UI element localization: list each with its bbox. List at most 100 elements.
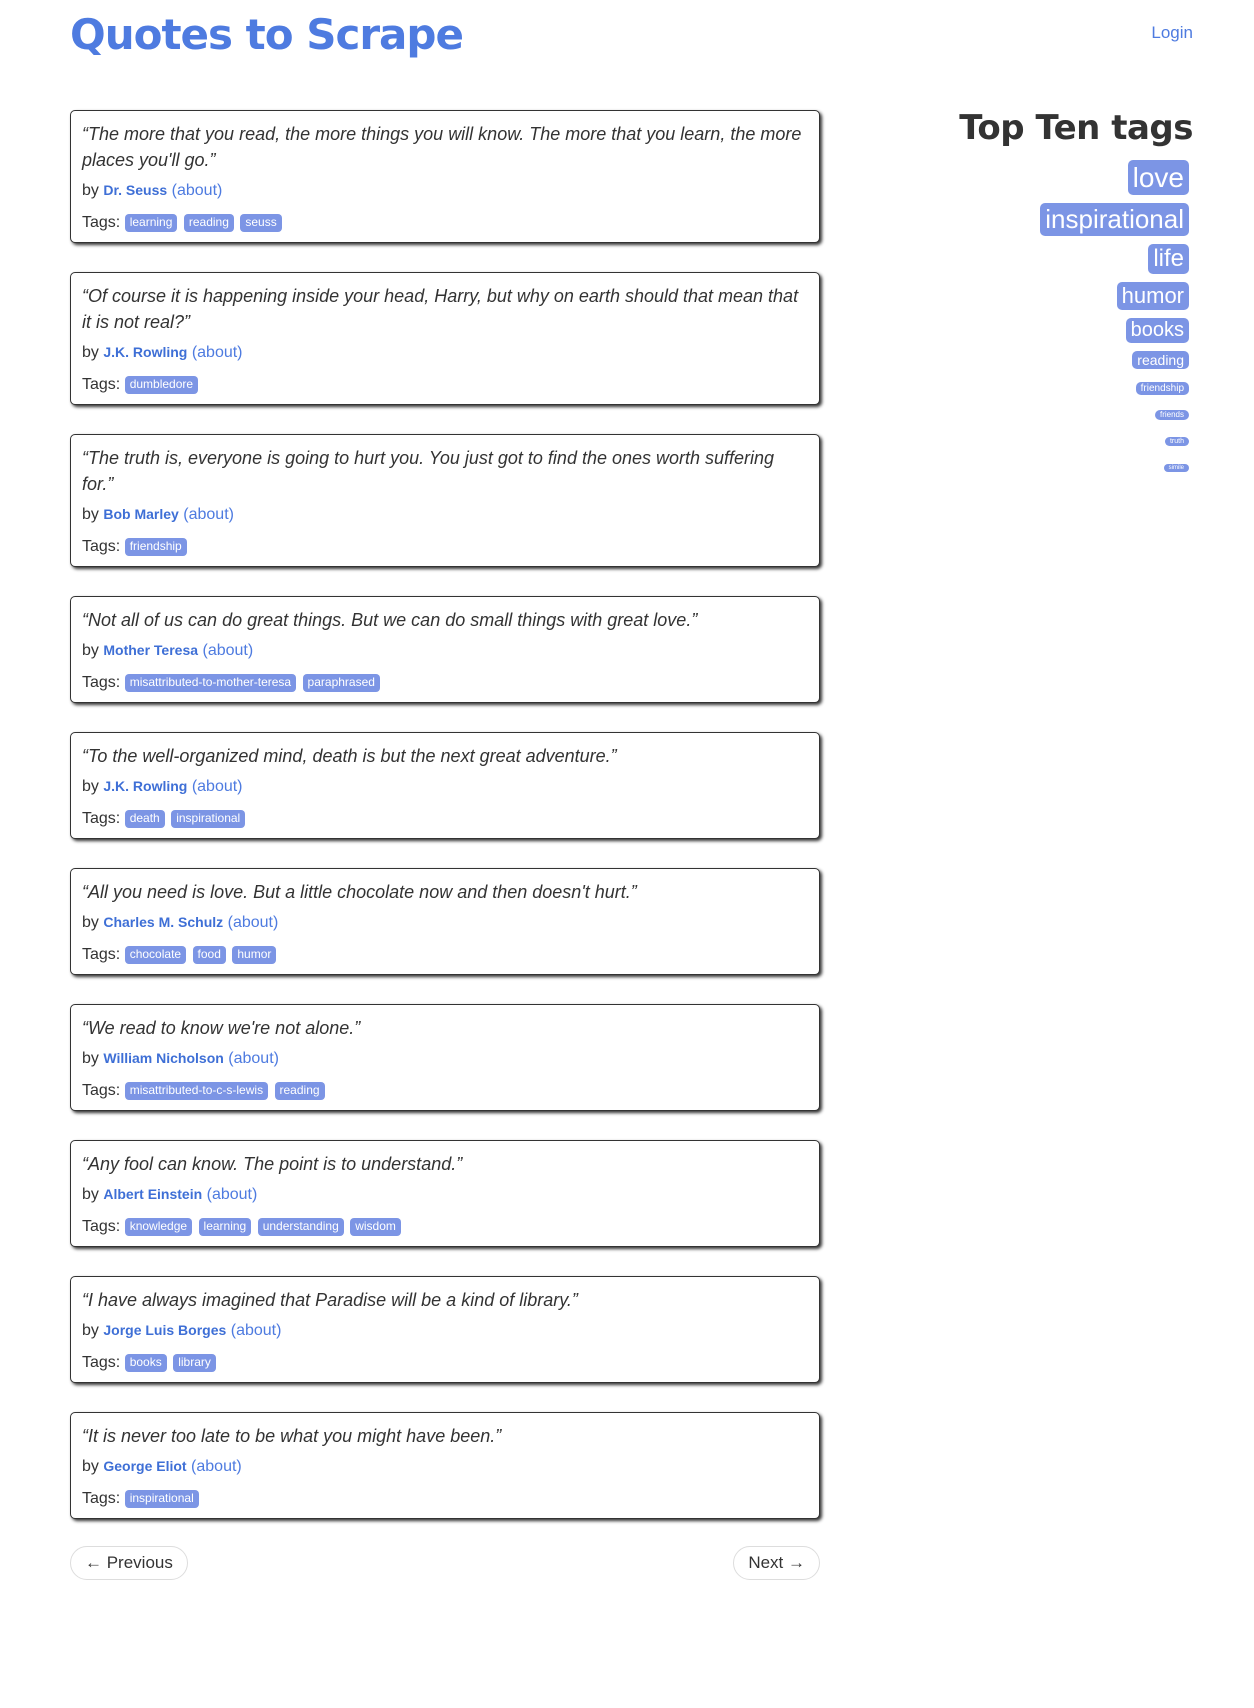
author-about-link[interactable]: (about) [191,1458,242,1475]
author-line: by Jorge Luis Borges (about) [82,1319,809,1342]
author-name: Dr. Seuss [103,182,168,198]
top-tag-item: truth [863,430,1193,448]
author-about-link[interactable]: (about) [172,182,223,199]
author-name: Bob Marley [103,506,179,522]
author-about-link[interactable]: (about) [231,1322,282,1339]
quote-card: “I have always imagined that Paradise wi… [70,1276,820,1383]
quote-card: “The truth is, everyone is going to hurt… [70,434,820,567]
quote-card: “The more that you read, the more things… [70,110,820,243]
tag-link[interactable]: humor [232,946,277,964]
tag-link[interactable]: dumbledore [124,376,199,394]
author-about-link[interactable]: (about) [228,914,279,931]
author-line: by Dr. Seuss (about) [82,179,809,202]
author-about-link[interactable]: (about) [228,1050,279,1067]
by-label: by [82,778,99,795]
tags-line: Tags: friendship [82,536,809,558]
author-line: by J.K. Rowling (about) [82,775,809,798]
tag-link[interactable]: friendship [124,538,187,556]
top-tag-item: inspirational [863,203,1193,236]
quote-card: “Of course it is happening inside your h… [70,272,820,405]
tag-link[interactable]: misattributed-to-mother-teresa [124,674,297,692]
site-title-link[interactable]: Quotes to Scrape [70,8,464,63]
tags-label: Tags: [82,1490,121,1507]
top-tag-humor[interactable]: humor [1116,282,1189,310]
top-tag-item: simile [863,456,1193,474]
quote-text: “Of course it is happening inside your h… [82,286,799,332]
tag-link[interactable]: learning [124,214,178,232]
top-tag-item: life [863,244,1193,274]
tag-link[interactable]: reading [183,214,234,232]
top-tag-love[interactable]: love [1127,160,1189,195]
quote-card: “Any fool can know. The point is to unde… [70,1140,820,1247]
tags-line: Tags: misattributed-to-mother-teresa par… [82,672,809,694]
author-line: by William Nicholson (about) [82,1047,809,1070]
tags-label: Tags: [82,1082,121,1099]
tag-link[interactable]: food [192,946,226,964]
tags-line: Tags: knowledge learning understanding w… [82,1216,809,1238]
tags-line: Tags: death inspirational [82,808,809,830]
login-link[interactable]: Login [1151,23,1193,43]
author-about-link[interactable]: (about) [183,506,234,523]
top-tag-item: friendship [863,378,1193,396]
by-label: by [82,1186,99,1203]
next-page-button[interactable]: Next → [733,1546,820,1580]
author-line: by George Eliot (about) [82,1455,809,1478]
author-line: by Charles M. Schulz (about) [82,911,809,934]
tag-link[interactable]: seuss [240,214,282,232]
author-about-link[interactable]: (about) [202,642,253,659]
top-tag-inspirational[interactable]: inspirational [1040,203,1189,236]
author-about-link[interactable]: (about) [192,778,243,795]
author-about-link[interactable]: (about) [207,1186,258,1203]
by-label: by [82,1458,99,1475]
quote-text: “The truth is, everyone is going to hurt… [82,448,775,494]
tag-link[interactable]: learning [198,1218,252,1236]
top-tag-books[interactable]: books [1125,318,1189,343]
quote-text: “All you need is love. But a little choc… [82,882,637,902]
top-tag-item: love [863,160,1193,195]
top-tag-reading[interactable]: reading [1132,351,1189,369]
author-line: by J.K. Rowling (about) [82,341,809,364]
top-tag-friendship[interactable]: friendship [1135,382,1189,395]
tag-link[interactable]: paraphrased [302,674,380,692]
by-label: by [82,914,99,931]
tag-link[interactable]: chocolate [124,946,187,964]
tags-line: Tags: misattributed-to-c-s-lewis reading [82,1080,809,1102]
author-about-link[interactable]: (about) [192,344,243,361]
by-label: by [82,1322,99,1339]
tag-link[interactable]: inspirational [171,810,246,828]
author-name: Charles M. Schulz [103,914,224,930]
top-tag-item: friends [863,404,1193,422]
quote-card: “We read to know we're not alone.” by Wil… [70,1004,820,1111]
tags-line: Tags: learning reading seuss [82,212,809,234]
tag-link[interactable]: library [173,1354,216,1372]
tag-link[interactable]: misattributed-to-c-s-lewis [124,1082,269,1100]
tag-link[interactable]: inspirational [124,1490,199,1508]
author-name: Mother Teresa [103,642,199,658]
top-tag-life[interactable]: life [1148,244,1189,274]
pager: ← Previous Next → [70,1546,820,1582]
tag-link[interactable]: reading [274,1082,325,1100]
tag-link[interactable]: knowledge [124,1218,193,1236]
tag-link[interactable]: understanding [257,1218,344,1236]
tags-label: Tags: [82,1354,121,1371]
tag-link[interactable]: books [124,1354,167,1372]
top-tag-friends[interactable]: friends [1154,410,1189,420]
tag-link[interactable]: death [124,810,165,828]
top-tag-truth[interactable]: truth [1164,437,1189,446]
quote-text: “Not all of us can do great things. But … [82,610,698,630]
by-label: by [82,642,99,659]
author-line: by Albert Einstein (about) [82,1183,809,1206]
author-name: George Eliot [103,1458,187,1474]
top-tag-item: books [863,318,1193,343]
author-name: William Nicholson [103,1050,224,1066]
quote-card: “It is never too late to be what you mig… [70,1412,820,1519]
previous-page-button[interactable]: ← Previous [70,1546,188,1580]
top-tags-sidebar: Top Ten tags love inspirational life humor b… [863,106,1194,482]
by-label: by [82,1050,99,1067]
tags-line: Tags: books library [82,1352,809,1374]
quote-text: “We read to know we're not alone.” [82,1018,361,1038]
tag-link[interactable]: wisdom [350,1218,401,1236]
quote-card: “Not all of us can do great things. But … [70,596,820,703]
author-line: by Bob Marley (about) [82,503,809,526]
top-tag-simile[interactable]: simile [1163,464,1189,472]
